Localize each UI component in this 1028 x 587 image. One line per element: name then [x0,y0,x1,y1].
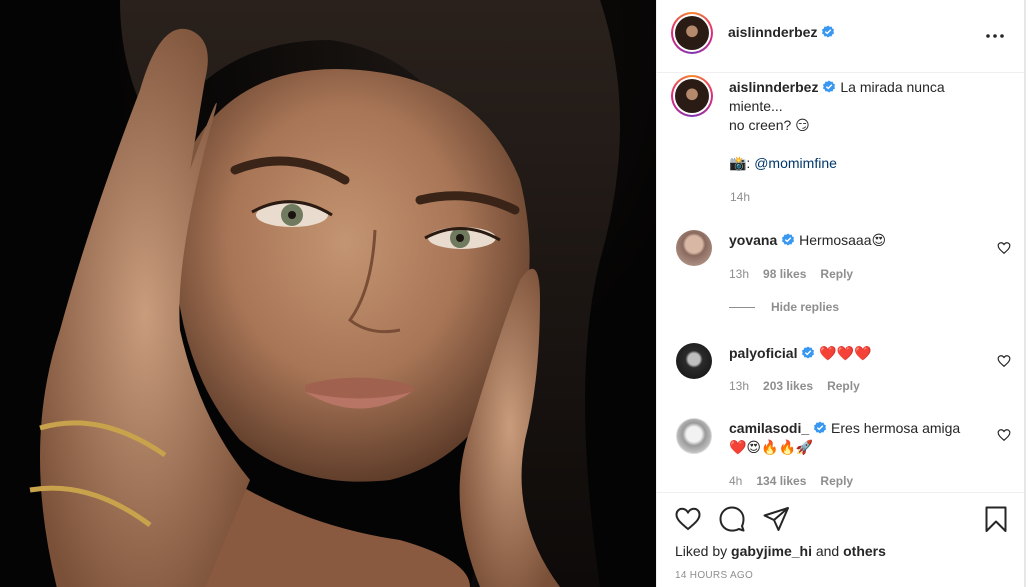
commenter-username[interactable]: camilasodi_ [729,420,809,436]
post-timestamp[interactable]: 14 HOURS AGO [675,570,753,581]
author-username[interactable]: aislinnderbez [728,24,817,40]
post-photo[interactable] [0,0,656,587]
comment-like-count[interactable]: 203 likes [763,379,813,393]
caption-text-line1: La mirada nunca [840,79,945,95]
comment-bubble-icon[interactable] [718,505,746,533]
commenter-avatar[interactable] [676,343,712,379]
heart-icon[interactable] [997,428,1011,442]
commenter-username[interactable]: palyoficial [729,345,797,361]
comment-text-line2: ❤️😍🔥🔥🚀 [729,439,814,455]
like-heart-icon[interactable] [674,505,702,533]
author-avatar[interactable] [671,12,713,54]
liked-by-and: and [815,543,840,559]
verified-badge-icon [823,80,836,93]
comment-text: Hermosaaa😍 [799,232,887,248]
liked-by-others-link[interactable]: others [843,543,886,559]
comment-text-line1: Eres hermosa amiga [831,420,961,436]
caption-text-line2: miente... [729,98,783,114]
heart-icon[interactable] [997,354,1011,368]
reply-button[interactable]: Reply [820,267,853,281]
more-options-icon[interactable] [983,24,1007,48]
comment-timestamp[interactable]: 13h [729,267,749,281]
caption-credit-prefix: 📸: [729,155,751,171]
hide-replies-button[interactable]: Hide replies [729,300,839,314]
commenter-username[interactable]: yovana [729,232,777,248]
comment-like-count[interactable]: 134 likes [756,474,806,488]
save-bookmark-icon[interactable] [982,505,1010,533]
post-caption: aislinnderbez La mirada nunca miente... … [729,78,999,173]
caption-username[interactable]: aislinnderbez [729,79,818,95]
panel-scrollbar[interactable] [1024,0,1026,587]
hide-replies-label: Hide replies [771,300,840,314]
post-detail-panel: aislinnderbez aislinnderbez La mirada nu… [656,0,1026,587]
comment-like-count[interactable]: 98 likes [763,267,806,281]
commenter-avatar[interactable] [676,418,712,454]
reply-button[interactable]: Reply [827,379,860,393]
liked-by-prefix: Liked by [675,543,728,559]
verified-badge-icon [782,233,795,246]
share-paper-plane-icon[interactable] [762,505,790,533]
verified-badge-icon [822,25,835,38]
verified-badge-icon [814,421,827,434]
liked-by-summary: Liked by gabyjime_hi and others [675,543,886,559]
comment-timestamp[interactable]: 13h [729,379,749,393]
post-actions-bar: Liked by gabyjime_hi and others 14 HOURS… [657,492,1025,587]
replies-divider-line [729,307,755,309]
reply-button[interactable]: Reply [820,474,853,488]
caption-mention-link[interactable]: @momimfine [754,155,837,171]
heart-icon[interactable] [997,241,1011,255]
caption-author-avatar[interactable] [671,75,713,117]
comment-timestamp[interactable]: 4h [729,474,742,488]
comment-text: ❤️❤️❤️ [819,345,872,361]
post-header: aislinnderbez [657,0,1025,73]
portrait-illustration [29,0,620,587]
verified-badge-icon [802,346,815,359]
caption-timestamp[interactable]: 14h [730,190,750,204]
liked-by-user-link[interactable]: gabyjime_hi [731,543,812,559]
commenter-avatar[interactable] [676,230,712,266]
caption-text-line3: no creen? 😏 [729,117,810,133]
